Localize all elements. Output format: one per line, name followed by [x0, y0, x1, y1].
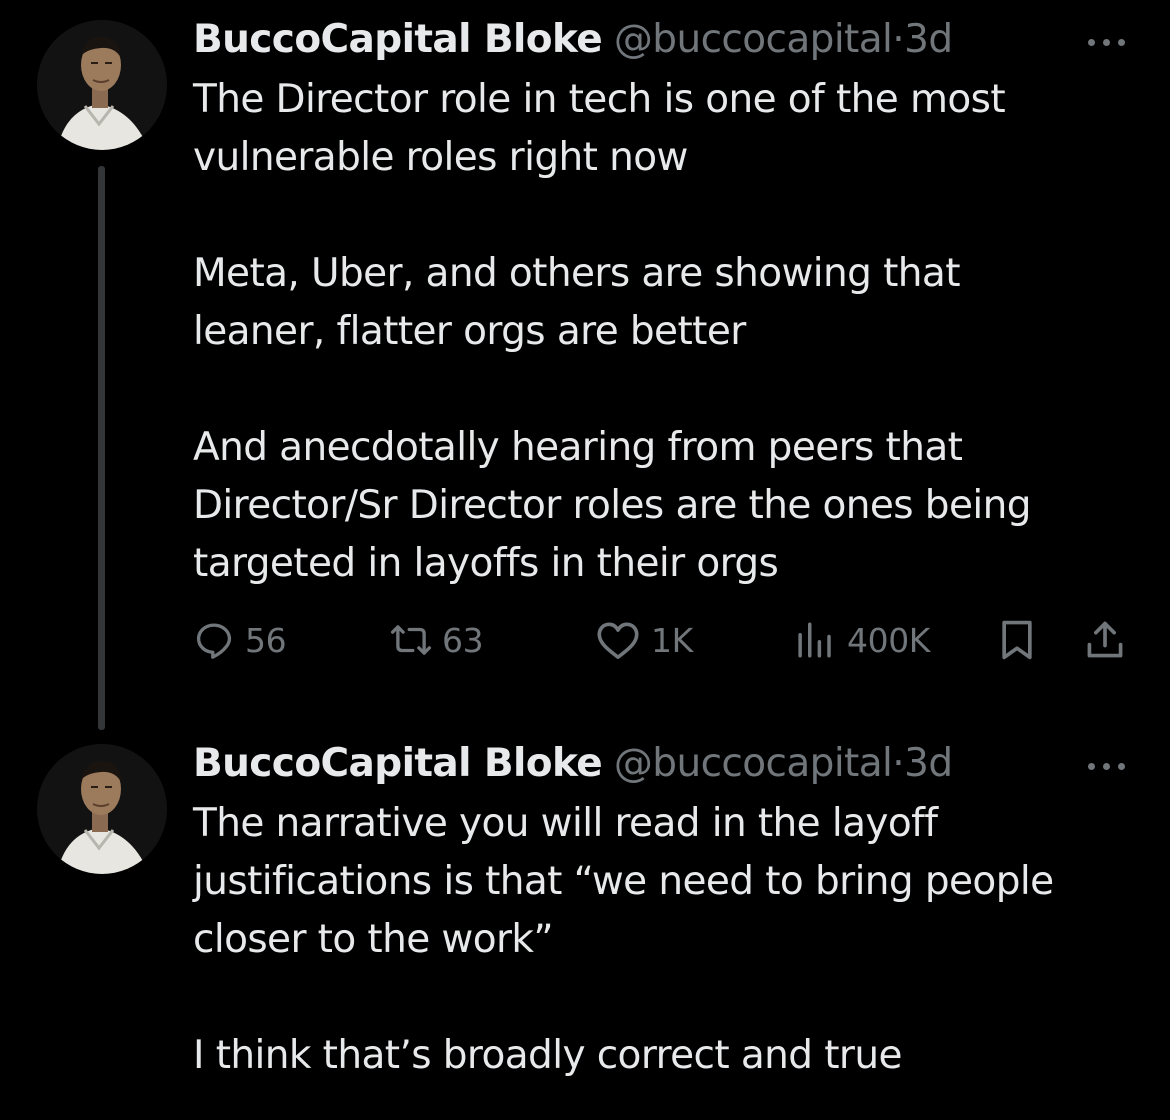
reply-button[interactable]: 56 — [193, 610, 287, 670]
views-icon — [798, 622, 831, 658]
share-button[interactable] — [1083, 610, 1127, 670]
view-count: 400K — [847, 620, 931, 660]
text-line: The Director role in tech is one of the … — [193, 77, 1006, 122]
text-line: targeted in layoffs in their orgs — [193, 541, 779, 586]
retweet-button[interactable]: 63 — [390, 610, 484, 670]
share-icon — [1087, 621, 1123, 658]
tweet-paragraph: The narrative you will read in the layof… — [193, 795, 1153, 969]
views-button[interactable]: 400K — [793, 610, 930, 670]
text-line: closer to the work” — [193, 917, 554, 962]
author-handle[interactable]: @buccocapital — [614, 17, 893, 62]
separator: · — [892, 17, 905, 62]
reply-count: 56 — [245, 620, 287, 660]
text-line: The narrative you will read in the layof… — [193, 801, 938, 846]
timestamp[interactable]: 3d — [904, 17, 953, 62]
text-line: Meta, Uber, and others are showing that — [193, 251, 961, 296]
text-line: leaner, flatter orgs are better — [193, 309, 746, 354]
action-bar: 56 63 1K 400K — [193, 610, 1143, 670]
text-line: And anecdotally hearing from peers that — [193, 425, 963, 470]
author-name[interactable]: BuccoCapital Bloke — [193, 17, 603, 62]
retweet-icon — [390, 625, 432, 655]
tweet-paragraph: Meta, Uber, and others are showing that … — [193, 245, 1153, 361]
tweet-2[interactable]: BuccoCapital Bloke @buccocapital·3d The … — [0, 724, 1170, 1120]
retweet-count: 63 — [442, 620, 484, 660]
author-name[interactable]: BuccoCapital Bloke — [193, 741, 603, 786]
thread-line — [98, 166, 105, 730]
text-line: justifications is that “we need to bring… — [193, 859, 1054, 904]
tweet-paragraph: The Director role in tech is one of the … — [193, 71, 1153, 187]
more-icon[interactable] — [1086, 760, 1128, 772]
like-button[interactable]: 1K — [595, 610, 693, 670]
author-handle[interactable]: @buccocapital — [614, 741, 893, 786]
bookmark-icon — [1002, 620, 1032, 660]
text-line: vulnerable roles right now — [193, 135, 688, 180]
text-line: I think that’s broadly correct and true — [193, 1033, 902, 1078]
tweet-1[interactable]: BuccoCapital Bloke @buccocapital·3d The … — [0, 0, 1170, 730]
timestamp[interactable]: 3d — [904, 741, 953, 786]
reply-icon — [196, 623, 232, 659]
separator: · — [892, 741, 905, 786]
avatar-photo-icon — [37, 744, 167, 874]
tweet-paragraph: I think that’s broadly correct and true — [193, 1027, 1153, 1085]
tweet-text: The Director role in tech is one of the … — [193, 71, 1153, 593]
heart-icon — [597, 622, 639, 659]
tweet-header: BuccoCapital Bloke @buccocapital·3d — [193, 738, 953, 790]
bookmark-button[interactable] — [997, 610, 1037, 670]
avatar[interactable] — [37, 744, 167, 874]
avatar[interactable] — [37, 20, 167, 150]
avatar-photo-icon — [37, 20, 167, 150]
tweet-text: The narrative you will read in the layof… — [193, 795, 1153, 1085]
text-line: Director/Sr Director roles are the ones … — [193, 483, 1031, 528]
tweet-header: BuccoCapital Bloke @buccocapital·3d — [193, 14, 953, 66]
tweet-paragraph: And anecdotally hearing from peers that … — [193, 419, 1153, 593]
more-icon[interactable] — [1086, 36, 1128, 48]
like-count: 1K — [651, 620, 693, 660]
